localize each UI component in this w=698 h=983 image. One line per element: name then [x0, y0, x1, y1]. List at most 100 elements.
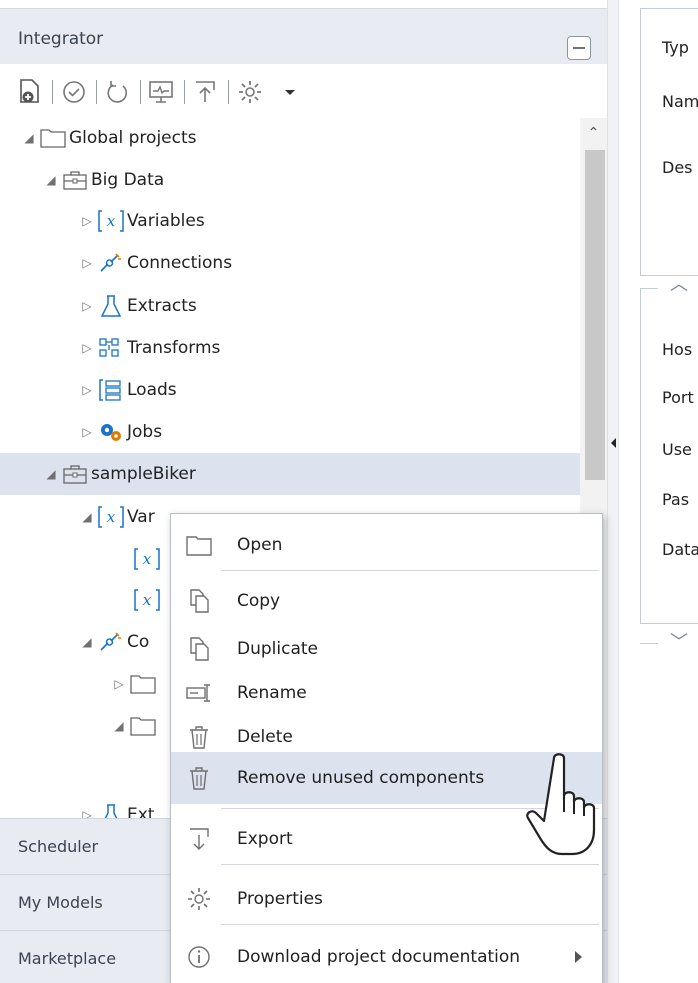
folder-icon: [130, 673, 156, 695]
chevron-up-icon[interactable]: ︿: [670, 270, 688, 296]
collapse-arrow-icon[interactable]: [611, 438, 616, 448]
collapsed-triangle-icon[interactable]: ▷: [80, 214, 94, 228]
monitor-icon[interactable]: [147, 78, 175, 106]
collapsed-triangle-icon[interactable]: ▷: [80, 425, 94, 439]
expanded-triangle-icon[interactable]: ◢: [112, 719, 126, 733]
info-icon: [185, 943, 213, 971]
tree-item-transforms[interactable]: ▷ Transforms: [80, 328, 220, 368]
chevron-down-icon[interactable]: ﹀: [670, 628, 688, 654]
tree-item-variable[interactable]: x: [134, 580, 163, 620]
tree-item-connections[interactable]: ▷ Connections: [80, 243, 232, 283]
host-label: Hos: [662, 340, 693, 359]
menu-item-label: Delete: [237, 727, 293, 747]
new-project-icon[interactable]: [16, 78, 44, 106]
transform-icon: [98, 337, 124, 359]
variable-icon: x: [134, 589, 160, 611]
collapsed-triangle-icon[interactable]: ▷: [80, 341, 94, 355]
scrollbar-thumb[interactable]: [585, 150, 605, 480]
tree-item-connection-folder[interactable]: ▷: [112, 664, 159, 704]
tree-item-big-data[interactable]: ◢ Big Data: [44, 160, 164, 200]
gear-icon[interactable]: [236, 78, 264, 106]
gear-icon: [185, 885, 213, 913]
expanded-triangle-icon[interactable]: ◢: [44, 467, 58, 481]
briefcase-icon: [62, 169, 88, 191]
menu-item-label: Properties: [237, 889, 323, 909]
menu-item-label: Copy: [237, 591, 281, 611]
name-label: Nam: [662, 92, 698, 111]
toolbar-separator: [52, 80, 53, 104]
tree-item-variables-samplebiker[interactable]: ◢ x Var: [80, 497, 155, 537]
tree-item-label: Variables: [127, 211, 205, 231]
variable-icon: x: [98, 506, 124, 528]
menu-item-download-project-documentation[interactable]: Download project documentation: [171, 932, 602, 982]
tree-item-jobs[interactable]: ▷ Jobs: [80, 412, 162, 452]
rename-icon: [185, 679, 213, 707]
svg-text:x: x: [143, 550, 152, 568]
submenu-arrow-icon: [575, 951, 582, 963]
toolbar-separator: [96, 80, 97, 104]
trash-icon: [185, 764, 213, 792]
toolbar-separator: [140, 80, 141, 104]
tree-item-label: Global projects: [69, 128, 197, 148]
expanded-triangle-icon[interactable]: ◢: [22, 131, 36, 145]
tab-label: My Models: [18, 893, 103, 912]
svg-text:x: x: [143, 591, 152, 609]
tree-item-extracts[interactable]: ▷ Extracts: [80, 286, 197, 326]
menu-item-label: Download project documentation: [237, 947, 521, 967]
database-label: Data: [662, 540, 698, 559]
tree-item-samplebiker[interactable]: ◢ sampleBiker: [44, 454, 196, 494]
collapsed-triangle-icon[interactable]: ▷: [80, 299, 94, 313]
connection-icon: [98, 252, 124, 274]
dropdown-arrow-icon[interactable]: [276, 78, 304, 106]
tree-item-label: Loads: [127, 380, 177, 400]
port-label: Port: [662, 388, 694, 407]
menu-item-rename[interactable]: Rename: [171, 668, 602, 718]
svg-text:x: x: [107, 508, 116, 526]
tree-item-connections-samplebiker[interactable]: ◢ Co: [80, 622, 149, 662]
scroll-up-arrow-icon[interactable]: ⌃: [580, 118, 607, 148]
tab-label: Scheduler: [18, 837, 99, 856]
menu-item-open[interactable]: Open: [171, 520, 602, 570]
tree-item-connection-folder[interactable]: ◢: [112, 706, 159, 746]
menu-separator: [221, 570, 599, 571]
folder-icon: [40, 127, 66, 149]
tree-item-label: Big Data: [91, 170, 165, 190]
publish-icon[interactable]: [191, 78, 219, 106]
password-label: Pas: [662, 490, 690, 509]
toolbar-separator: [228, 80, 229, 104]
menu-item-copy[interactable]: Copy: [171, 576, 602, 626]
collapsed-triangle-icon[interactable]: ▷: [80, 256, 94, 270]
tree-item-variables[interactable]: ▷ x Variables: [80, 201, 205, 241]
tree-item-variable[interactable]: x: [134, 539, 163, 579]
menu-item-label: Open: [237, 535, 283, 555]
menu-separator: [221, 924, 599, 925]
flask-icon: [98, 295, 124, 317]
toolbar-separator: [184, 80, 185, 104]
user-label: Use: [662, 440, 692, 459]
context-menu: Open Copy Duplicate Rename Delete Remove…: [170, 513, 603, 983]
menu-item-duplicate[interactable]: Duplicate: [171, 624, 602, 674]
tree-item-loads[interactable]: ▷ Loads: [80, 370, 177, 410]
collapsed-triangle-icon[interactable]: ▷: [112, 677, 126, 691]
description-label: Des: [662, 158, 693, 177]
check-circle-icon[interactable]: [60, 78, 88, 106]
expanded-triangle-icon[interactable]: ◢: [80, 635, 94, 649]
copy-icon: [185, 587, 213, 615]
expanded-triangle-icon[interactable]: ◢: [44, 173, 58, 187]
tree-item-label: Var: [127, 507, 155, 527]
integrator-header[interactable]: Integrator: [0, 8, 607, 64]
type-label: Typ: [662, 38, 689, 57]
collapse-panel-button[interactable]: [567, 36, 591, 60]
refresh-icon[interactable]: [103, 78, 131, 106]
menu-item-label: Duplicate: [237, 639, 318, 659]
variable-icon: x: [134, 548, 160, 570]
variable-icon: x: [98, 210, 124, 232]
menu-item-properties[interactable]: Properties: [171, 874, 602, 924]
menu-item-label: Export: [237, 829, 293, 849]
svg-text:x: x: [107, 212, 116, 230]
collapsed-triangle-icon[interactable]: ▷: [80, 383, 94, 397]
expanded-triangle-icon[interactable]: ◢: [80, 510, 94, 524]
tree-item-global-projects[interactable]: ◢ Global projects: [22, 118, 197, 158]
menu-item-label: Rename: [237, 683, 307, 703]
briefcase-icon: [62, 463, 88, 485]
